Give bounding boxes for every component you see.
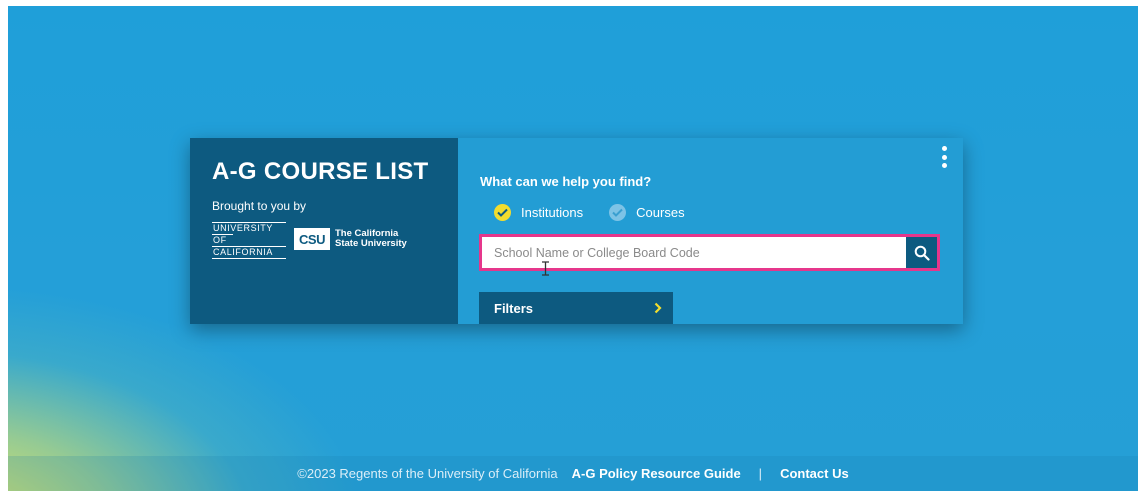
contact-us-link[interactable]: Contact Us [780, 466, 849, 481]
uc-logo-line: UNIVERSITY [212, 222, 286, 234]
option-courses[interactable]: Courses [609, 204, 685, 221]
checkmark-icon [609, 204, 627, 221]
brought-by-text: Brought to you by [212, 199, 307, 213]
search-panel: What can we help you find? Institutions … [458, 138, 963, 324]
page-background: A-G COURSE LIST Brought to you by UNIVER… [8, 6, 1138, 491]
uc-logo: UNIVERSITY OF CALIFORNIA [212, 222, 286, 259]
search-card: A-G COURSE LIST Brought to you by UNIVER… [190, 138, 963, 324]
csu-logo-mark: CSU [294, 228, 330, 250]
search-button[interactable] [906, 237, 937, 268]
csu-logo-line: State University [335, 238, 407, 249]
page-title: A-G COURSE LIST [212, 158, 429, 185]
option-label: Institutions [521, 205, 584, 220]
footer: ©2023 Regents of the University of Calif… [8, 456, 1138, 491]
filters-label: Filters [494, 300, 534, 316]
uc-logo-line: CALIFORNIA [212, 246, 286, 259]
filters-button[interactable]: Filters [479, 292, 673, 324]
search-type-options: Institutions Courses [494, 204, 711, 221]
search-prompt: What can we help you find? [480, 174, 652, 189]
copyright-text: ©2023 Regents of the University of Calif… [297, 466, 558, 481]
footer-separator: | [758, 466, 763, 481]
csu-logo-text: The California State University [335, 229, 407, 249]
csu-logo: CSU The California State University [294, 228, 407, 250]
brand-panel: A-G COURSE LIST Brought to you by UNIVER… [190, 138, 458, 324]
magnifier-icon [914, 245, 930, 261]
policy-guide-link[interactable]: A-G Policy Resource Guide [572, 466, 741, 481]
checkmark-icon [494, 204, 511, 221]
option-label: Courses [636, 205, 685, 220]
text-cursor-icon [542, 261, 549, 276]
chevron-right-icon [654, 302, 662, 314]
uc-logo-line: OF [212, 234, 233, 246]
option-institutions[interactable]: Institutions [494, 204, 583, 221]
vertical-dots-icon[interactable] [937, 146, 951, 168]
